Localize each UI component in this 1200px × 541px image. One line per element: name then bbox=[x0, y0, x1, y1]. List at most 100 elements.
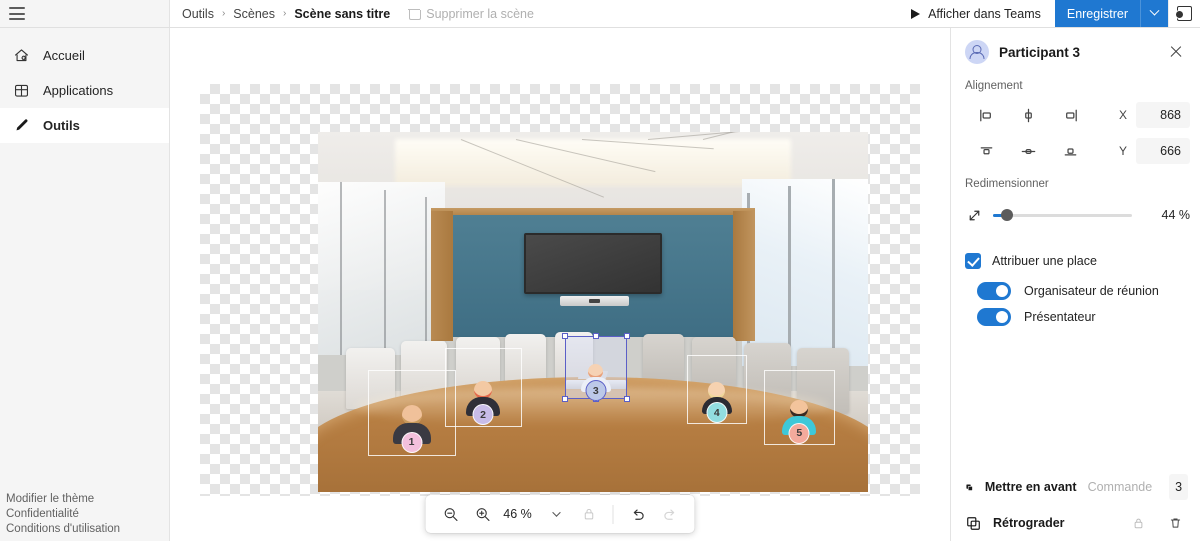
lock-element-button[interactable] bbox=[1125, 510, 1151, 536]
participant-3[interactable]: 3 bbox=[561, 333, 630, 403]
sidebar-item-outils[interactable]: Outils bbox=[0, 108, 169, 143]
chair bbox=[642, 333, 684, 384]
resize-percent-value[interactable]: 44 % bbox=[1142, 208, 1191, 222]
align-left-button[interactable] bbox=[965, 102, 1007, 128]
top-toolbar: Outils › Scènes › Scène sans titre Suppr… bbox=[0, 0, 1200, 28]
delete-scene-label: Supprimer la scène bbox=[426, 6, 534, 21]
sidebar-item-applications[interactable]: Applications bbox=[0, 73, 169, 108]
apps-grid-icon bbox=[14, 84, 29, 97]
sidebar: Accueil Applications Outils Modifier le … bbox=[0, 28, 170, 541]
window-wall-right bbox=[741, 178, 868, 366]
zoom-in-icon bbox=[476, 507, 490, 521]
toggle-row-presenter[interactable]: Présentateur bbox=[951, 304, 1200, 330]
organizer-label: Organisateur de réunion bbox=[1024, 284, 1159, 298]
align-middle-vertical-button[interactable] bbox=[1007, 138, 1049, 164]
participant-badge: 3 bbox=[585, 380, 607, 402]
breadcrumb-item-tools[interactable]: Outils bbox=[182, 7, 214, 21]
footer-link-privacy[interactable]: Confidentialité bbox=[6, 508, 169, 520]
assign-seat-label: Attribuer une place bbox=[992, 254, 1097, 268]
lock-canvas-button[interactable] bbox=[574, 499, 604, 529]
close-panel-button[interactable] bbox=[1164, 40, 1188, 64]
window-mullion bbox=[788, 186, 791, 366]
display-screen bbox=[524, 232, 662, 294]
sidebar-item-label: Accueil bbox=[43, 48, 85, 63]
chevron-down-icon bbox=[552, 508, 561, 517]
y-value[interactable]: 666 bbox=[1136, 138, 1190, 164]
order-label: Commande bbox=[1087, 480, 1153, 494]
breadcrumb-separator: › bbox=[283, 8, 287, 19]
zoom-in-button[interactable] bbox=[468, 499, 498, 529]
breadcrumb-item-current-scene[interactable]: Scène sans titre bbox=[294, 7, 390, 21]
align-right-icon bbox=[1065, 109, 1077, 121]
mullion bbox=[384, 189, 386, 356]
conference-camera-bar bbox=[560, 296, 629, 306]
zoom-dropdown-button[interactable] bbox=[542, 499, 572, 529]
zoom-out-button[interactable] bbox=[436, 499, 466, 529]
top-actions: Afficher dans Teams Enregistrer bbox=[899, 0, 1200, 27]
view-in-teams-button[interactable]: Afficher dans Teams bbox=[899, 0, 1055, 27]
x-value[interactable]: 868 bbox=[1136, 102, 1190, 128]
mullion bbox=[340, 182, 342, 356]
resize-handle-bottom-left[interactable] bbox=[561, 396, 568, 403]
sidebar-item-accueil[interactable]: Accueil bbox=[0, 38, 169, 73]
redo-icon bbox=[663, 508, 674, 520]
participant-avatar: 5 bbox=[782, 399, 817, 444]
toggle-on-icon[interactable] bbox=[977, 282, 1011, 300]
x-coordinate-field[interactable]: X 868 bbox=[1119, 102, 1190, 128]
zoom-level-label: 46 % bbox=[503, 507, 532, 521]
participant-badge: 1 bbox=[401, 431, 422, 453]
participant-5[interactable]: 5 bbox=[763, 369, 835, 446]
bring-forward-row[interactable]: Mettre en avant Commande 3 bbox=[951, 469, 1200, 505]
align-right-button[interactable] bbox=[1049, 102, 1091, 128]
align-top-icon bbox=[980, 146, 992, 154]
slider-track bbox=[993, 213, 1132, 217]
trash-icon bbox=[1170, 518, 1180, 528]
window-mullion bbox=[832, 178, 835, 366]
align-center-horizontal-button[interactable] bbox=[1007, 102, 1049, 128]
participant-1[interactable]: 1 bbox=[367, 369, 456, 456]
view-in-teams-label: Afficher dans Teams bbox=[928, 6, 1041, 21]
hamburger-icon[interactable] bbox=[9, 7, 25, 20]
align-bottom-button[interactable] bbox=[1049, 138, 1091, 164]
resize-handle-bottom-right[interactable] bbox=[624, 396, 630, 403]
checkbox-checked-icon[interactable] bbox=[965, 253, 981, 269]
resize-handle-top-center[interactable] bbox=[592, 333, 599, 340]
participant-4[interactable]: 4 bbox=[686, 355, 747, 424]
transparency-checkerboard: 1 2 3 4 5 bbox=[200, 84, 920, 496]
save-button[interactable]: Enregistrer bbox=[1054, 0, 1140, 27]
share-screen-button[interactable] bbox=[1168, 0, 1200, 27]
order-value[interactable]: 3 bbox=[1169, 474, 1188, 500]
participant-avatar: 3 bbox=[580, 364, 611, 402]
participant-badge: 4 bbox=[706, 402, 728, 424]
footer-link-terms[interactable]: Conditions d'utilisation bbox=[6, 523, 169, 535]
canvas-area[interactable]: 1 2 3 4 5 46 % bbox=[170, 28, 950, 541]
delete-element-button[interactable] bbox=[1162, 510, 1188, 536]
redo-button[interactable] bbox=[655, 499, 685, 529]
toggle-on-icon[interactable] bbox=[977, 308, 1011, 326]
footer-link-theme[interactable]: Modifier le thème bbox=[6, 493, 169, 505]
toggle-row-organizer[interactable]: Organisateur de réunion bbox=[951, 278, 1200, 304]
alignment-row-horizontal: X 868 bbox=[951, 100, 1200, 130]
body: Accueil Applications Outils Modifier le … bbox=[0, 28, 1200, 541]
send-backward-row[interactable]: Rétrograder bbox=[951, 505, 1200, 541]
resize-slider[interactable] bbox=[993, 207, 1132, 223]
assign-seat-checkbox-row[interactable]: Attribuer une place bbox=[951, 244, 1200, 278]
lock-icon bbox=[584, 508, 593, 520]
resize-handle-top-left[interactable] bbox=[561, 333, 568, 340]
participant-2[interactable]: 2 bbox=[444, 348, 522, 428]
slider-thumb[interactable] bbox=[1000, 209, 1013, 221]
save-dropdown-button[interactable] bbox=[1140, 0, 1168, 27]
send-backward-label: Rétrograder bbox=[993, 516, 1065, 530]
align-top-button[interactable] bbox=[965, 138, 1007, 164]
toolbar-divider bbox=[612, 504, 614, 524]
resize-handle-top-right[interactable] bbox=[624, 333, 630, 340]
delete-scene-button[interactable]: Supprimer la scène bbox=[408, 7, 534, 21]
ceiling-light bbox=[395, 139, 791, 186]
undo-button[interactable] bbox=[623, 499, 653, 529]
participant-badge: 5 bbox=[788, 422, 810, 444]
wood-trim-left bbox=[430, 211, 453, 341]
scene-image[interactable]: 1 2 3 4 5 bbox=[318, 132, 868, 492]
y-coordinate-field[interactable]: Y 666 bbox=[1119, 138, 1190, 164]
breadcrumb-item-scenes[interactable]: Scènes bbox=[233, 7, 275, 21]
zoom-toolbar: 46 % bbox=[425, 495, 695, 533]
